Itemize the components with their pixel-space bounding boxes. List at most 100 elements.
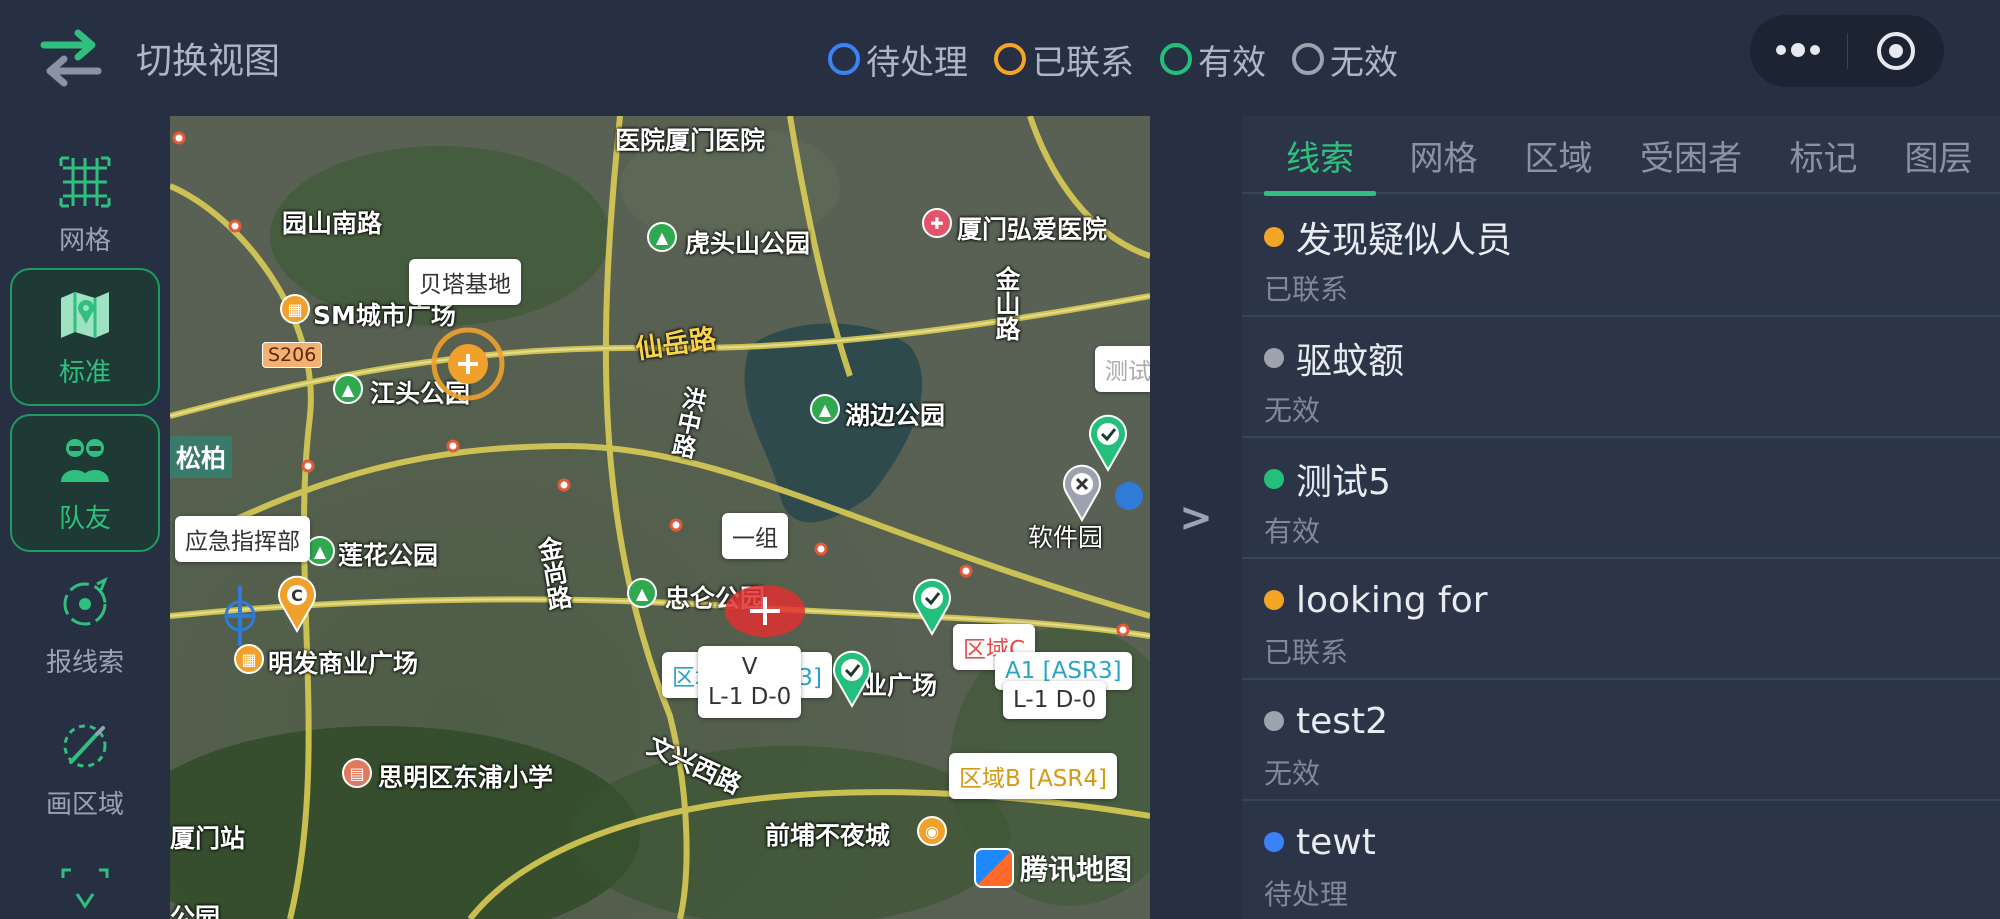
clue-list-item[interactable]: tewt 待处理 [1242, 801, 2000, 919]
highway-badge-s206: S206 [262, 342, 323, 368]
clue-list-item[interactable]: 发现疑似人员 已联系 [1242, 196, 2000, 317]
legend-label: 有效 [1198, 42, 1266, 83]
map-label-dongpu-school: 思明区东浦小学 [378, 763, 554, 792]
marker-card-area-b[interactable]: 区域B [ASR4] [949, 753, 1117, 799]
command-center-pin-icon[interactable]: C [273, 573, 321, 633]
tool-standard-map[interactable]: 标准 [10, 268, 160, 406]
clue-list-item[interactable]: 测试5 有效 [1242, 438, 2000, 559]
tab-markers[interactable]: 标记 [1776, 116, 1871, 194]
hospital-icon: ✚ [922, 208, 952, 238]
tencent-map-logo-icon [974, 848, 1014, 888]
clue-title: 测试5 [1296, 462, 1391, 503]
tencent-map-text: 腾讯地图 [1020, 853, 1133, 886]
tab-grid[interactable]: 网格 [1396, 116, 1491, 194]
switch-view-label: 切换视图 [136, 41, 281, 82]
map-view[interactable]: 医院厦门医院 园山南路 虎头山公园 厦门弘爱医院 SM城市广场 金山路 仙岳路 … [170, 116, 1150, 919]
scan-frame-icon [61, 868, 109, 909]
clue-title-row: 驱蚊额 [1264, 335, 2000, 382]
report-clue-icon [63, 576, 108, 625]
map-label-park-bottom: 公园 [170, 903, 221, 919]
marker-card-test[interactable]: 测试 [1095, 346, 1150, 392]
marker-card-group-one[interactable]: 一组 [722, 513, 788, 559]
more-dots-icon [1776, 43, 1821, 57]
legend-pending: 待处理 [828, 35, 968, 84]
marker-card-l1[interactable]: L-1 D-0 [1003, 681, 1107, 719]
clue-title-row: test2 [1264, 698, 2000, 744]
marker-card-command-center[interactable]: 应急指挥部 [175, 516, 310, 562]
legend-ring-invalid [1292, 43, 1324, 75]
tab-layers[interactable]: 图层 [1891, 116, 1986, 194]
map-label-songbai: 松柏 [170, 436, 233, 478]
tool-draw-area[interactable]: 画区域 [10, 700, 160, 838]
app-root: 切换视图 待处理 已联系 有效 无效 网格 标准 队友 报线索 画区域 医院厦门… [0, 0, 2000, 919]
clue-list-item[interactable]: 驱蚊额 无效 [1242, 317, 2000, 438]
clue-list: 发现疑似人员 已联系 驱蚊额 无效 测试5 有效 looking for 已联系… [1242, 196, 2000, 919]
map-label-hutou-park: 虎头山公园 [685, 229, 811, 258]
clue-status: 已联系 [1264, 636, 1349, 669]
legend-contacted: 已联系 [994, 35, 1134, 84]
marker-card-person-v[interactable]: V L-1 D-0 [698, 646, 802, 718]
legend-label: 已联系 [1032, 42, 1134, 83]
svg-text:C: C [291, 586, 303, 605]
tool-label: 报线索 [45, 647, 124, 678]
park-tree-icon: ▲ [627, 578, 657, 608]
marker-card-v-subtitle: L-1 D-0 [708, 684, 792, 710]
clue-status: 无效 [1264, 757, 1321, 790]
status-dot [1264, 348, 1284, 368]
legend-ring-valid [1160, 43, 1192, 75]
clue-status: 已联系 [1264, 273, 1349, 306]
tool-more[interactable] [10, 856, 160, 916]
switch-view-button[interactable]: 切换视图 [38, 22, 338, 94]
collapse-panel-button[interactable]: > [1150, 116, 1242, 919]
map-icon [61, 291, 109, 338]
map-label-qianpu: 前埔不夜城 [765, 821, 891, 850]
marker-card-v-title: V [741, 654, 758, 680]
valid-clue-pin-icon[interactable] [828, 648, 876, 708]
tool-label: 画区域 [45, 789, 124, 820]
close-miniprogram-button[interactable] [1848, 15, 1945, 87]
clue-title: tewt [1296, 821, 1376, 863]
map-label-yuanshan-road: 园山南路 [282, 209, 383, 238]
clue-list-item[interactable]: looking for 已联系 [1242, 559, 2000, 680]
base-marker-icon[interactable] [428, 324, 508, 404]
park-tree-icon: ▲ [810, 394, 840, 424]
tab-trapped[interactable]: 受困者 [1626, 116, 1756, 194]
more-button[interactable] [1750, 15, 1847, 87]
clue-title: 发现疑似人员 [1296, 220, 1513, 261]
map-label-xiamen-station: 厦门站 [170, 824, 246, 853]
teammate-radar-icon[interactable] [220, 576, 260, 656]
clue-list-item[interactable]: test2 无效 [1242, 680, 2000, 801]
status-legend: 待处理 已联系 有效 无效 [828, 34, 1424, 84]
map-label-hospital: 医院厦门医院 [615, 126, 766, 155]
grid-icon [59, 156, 111, 207]
pending-clue-dot[interactable] [1115, 482, 1143, 510]
clue-title: 驱蚊额 [1296, 341, 1405, 382]
clue-status: 有效 [1264, 515, 1321, 548]
tab-clues[interactable]: 线索 [1264, 116, 1376, 196]
invalid-clue-pin-icon[interactable] [1058, 462, 1106, 522]
tool-label: 标准 [58, 357, 111, 388]
tencent-map-watermark: 腾讯地图 [974, 848, 1132, 888]
draw-area-icon [63, 724, 107, 767]
marker-card-beita-base[interactable]: 贝塔基地 [409, 259, 521, 305]
teammates-icon [61, 438, 109, 482]
clue-title: looking for [1296, 579, 1488, 621]
legend-invalid: 无效 [1292, 35, 1398, 84]
clue-title-row: looking for [1264, 577, 2000, 623]
legend-label: 无效 [1330, 42, 1398, 83]
tab-area[interactable]: 区域 [1511, 116, 1606, 194]
tool-grid[interactable]: 网格 [10, 136, 160, 274]
shop-icon: ◉ [917, 816, 947, 846]
top-bar: 切换视图 待处理 已联系 有效 无效 [0, 0, 2000, 116]
chevron-right-icon: > [1179, 494, 1213, 541]
legend-label: 待处理 [866, 42, 968, 83]
mall-icon: ▦ [280, 294, 310, 324]
status-dot [1264, 590, 1284, 610]
tool-report-clue[interactable]: 报线索 [10, 558, 160, 696]
group-one-location-icon[interactable] [715, 571, 815, 651]
tool-teammates[interactable]: 队友 [10, 414, 160, 552]
status-dot [1264, 832, 1284, 852]
miniprogram-capsule [1750, 15, 1944, 87]
clue-title-row: 测试5 [1264, 456, 2000, 503]
valid-clue-pin-icon[interactable] [908, 576, 956, 636]
